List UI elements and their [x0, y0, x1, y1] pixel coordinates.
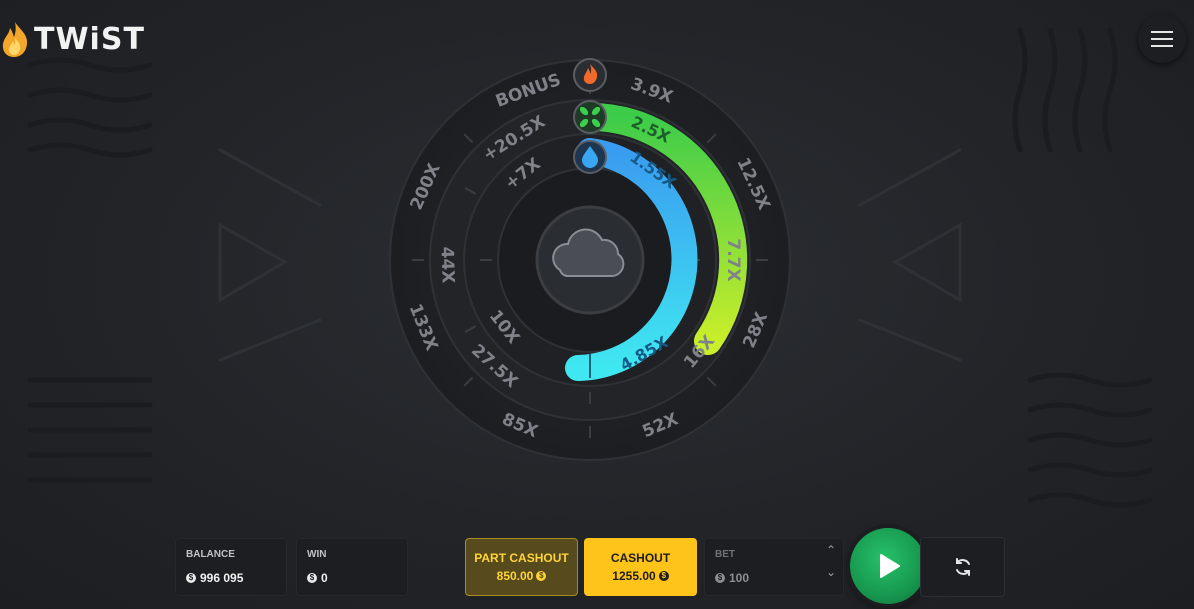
bet-panel[interactable]: BET $ 100 ⌃ ⌄: [704, 538, 844, 596]
part-cashout-label: PART CASHOUT: [474, 551, 569, 565]
flame-logo-icon: [2, 22, 28, 57]
twist-wheel: BONUS 3.9X12.5X28X52X85X133X200X+20.5X7.7…: [389, 58, 791, 461]
part-cashout-amount: 850.00 $: [497, 569, 547, 583]
balance-label: BALANCE: [186, 549, 235, 560]
cashout-button[interactable]: CASHOUT 1255.00 $: [584, 538, 697, 596]
play-icon: [880, 554, 900, 578]
balance-panel: BALANCE $ 996 095: [175, 538, 287, 596]
cashout-amount: 1255.00 $: [612, 569, 669, 583]
win-value: $ 0: [307, 571, 328, 585]
fire-badge: [573, 58, 607, 92]
bet-value[interactable]: $ 100: [715, 571, 749, 585]
balance-value: $ 996 095: [186, 571, 243, 585]
middle-multiplier-label: 7.7X: [723, 238, 743, 281]
part-cashout-button[interactable]: PART CASHOUT 850.00 $: [465, 538, 578, 596]
auto-play-button[interactable]: [920, 537, 1005, 597]
balance-amount: 996 095: [200, 571, 244, 585]
refresh-icon: [955, 558, 970, 576]
chevron-down-icon[interactable]: ⌄: [826, 566, 836, 578]
water-badge: [573, 140, 607, 174]
win-panel: WIN $ 0: [296, 538, 408, 596]
logo-text: TWiST: [34, 21, 145, 57]
twist-logo: TWiST: [0, 20, 145, 58]
coin-icon: $: [307, 573, 317, 583]
coin-icon: $: [715, 573, 725, 583]
bet-amount: 100: [729, 571, 750, 585]
leaf-badge: [573, 100, 607, 134]
middle-multiplier-label: 44X: [436, 246, 457, 283]
coin-icon: $: [536, 571, 547, 581]
cashout-label: CASHOUT: [610, 551, 671, 565]
play-button[interactable]: [850, 528, 926, 604]
cashout-value: 1255.00: [612, 569, 656, 583]
part-cashout-value: 850.00: [496, 569, 534, 583]
menu-button[interactable]: [1138, 15, 1186, 63]
bet-label: BET: [715, 549, 735, 560]
coin-icon: $: [186, 573, 196, 583]
coin-icon: $: [658, 571, 669, 581]
win-amount: 0: [321, 571, 328, 585]
chevron-up-icon[interactable]: ⌃: [826, 544, 836, 556]
menu-icon: [1151, 31, 1173, 47]
win-label: WIN: [307, 549, 327, 560]
